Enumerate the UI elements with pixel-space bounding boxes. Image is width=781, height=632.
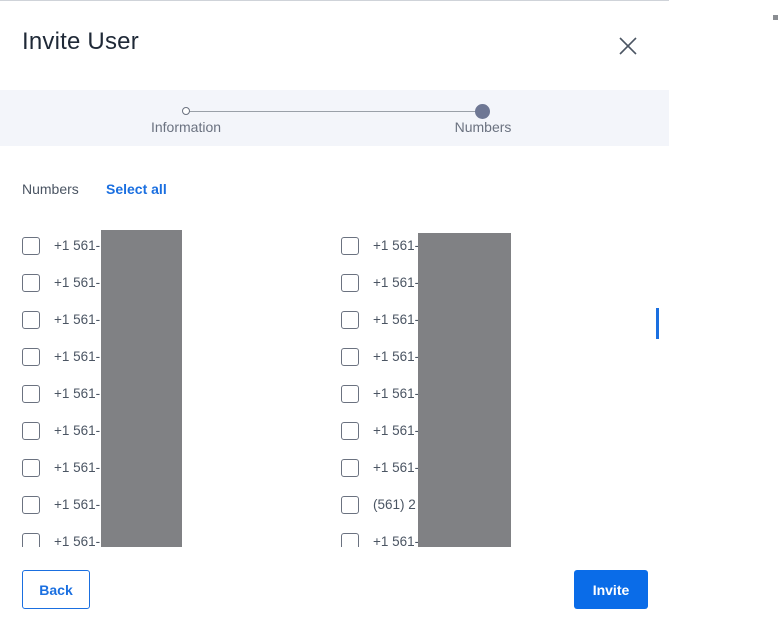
phone-number-label: +1 561- (373, 423, 420, 438)
step-label-numbers: Numbers (454, 119, 512, 135)
phone-number-label: +1 561- (373, 386, 420, 401)
phone-number-label: +1 561- (54, 349, 101, 364)
progress-stepper: Information Numbers (0, 90, 669, 146)
background-marker (773, 15, 778, 20)
phone-number-label: +1 561- (54, 460, 101, 475)
number-checkbox[interactable] (22, 533, 40, 547)
phone-number-label: +1 561- (373, 275, 420, 290)
number-checkbox[interactable] (341, 385, 359, 403)
phone-number-label: (561) 2 (373, 497, 416, 512)
phone-number-label: +1 561- (373, 238, 420, 253)
redaction-block-right (418, 233, 511, 547)
invite-user-dialog: Invite User Information Numbers Numbers … (0, 0, 669, 632)
number-checkbox[interactable] (341, 533, 359, 547)
number-checkbox[interactable] (22, 311, 40, 329)
phone-number-label: +1 561- (373, 349, 420, 364)
number-checkbox[interactable] (22, 385, 40, 403)
number-checkbox[interactable] (22, 274, 40, 292)
phone-number-label: +1 561- (373, 460, 420, 475)
invite-button[interactable]: Invite (574, 570, 648, 609)
number-checkbox[interactable] (22, 422, 40, 440)
phone-number-label: +1 561- (54, 275, 101, 290)
phone-number-label: +1 561- (54, 238, 101, 253)
number-checkbox[interactable] (341, 496, 359, 514)
step-label-information: Information (150, 119, 222, 135)
scrollbar-thumb[interactable] (656, 308, 659, 339)
phone-number-label: +1 561- (54, 534, 101, 547)
number-checkbox[interactable] (22, 496, 40, 514)
back-button[interactable]: Back (22, 570, 90, 609)
numbers-list[interactable]: +1 561- +1 561- +1 561- +1 561- +1 561- +1 56… (0, 227, 669, 547)
number-checkbox[interactable] (22, 237, 40, 255)
phone-number-label: +1 561- (54, 423, 101, 438)
redaction-block-left (101, 230, 182, 547)
number-checkbox[interactable] (341, 311, 359, 329)
close-icon[interactable] (616, 34, 640, 58)
step-dot-information (182, 107, 190, 115)
phone-number-label: +1 561- (54, 386, 101, 401)
number-checkbox[interactable] (341, 459, 359, 477)
dialog-title: Invite User (22, 28, 139, 55)
step-dot-numbers (475, 104, 490, 119)
phone-number-label: +1 561- (54, 312, 101, 327)
number-checkbox[interactable] (22, 459, 40, 477)
phone-number-label: +1 561- (373, 312, 420, 327)
number-checkbox[interactable] (341, 348, 359, 366)
stepper-line (186, 111, 483, 112)
phone-number-label: +1 561- (373, 534, 420, 547)
phone-number-label: +1 561- (54, 497, 101, 512)
numbers-section-label: Numbers (22, 181, 79, 197)
number-checkbox[interactable] (341, 422, 359, 440)
number-checkbox[interactable] (22, 348, 40, 366)
number-checkbox[interactable] (341, 274, 359, 292)
number-checkbox[interactable] (341, 237, 359, 255)
select-all-link[interactable]: Select all (106, 181, 167, 197)
